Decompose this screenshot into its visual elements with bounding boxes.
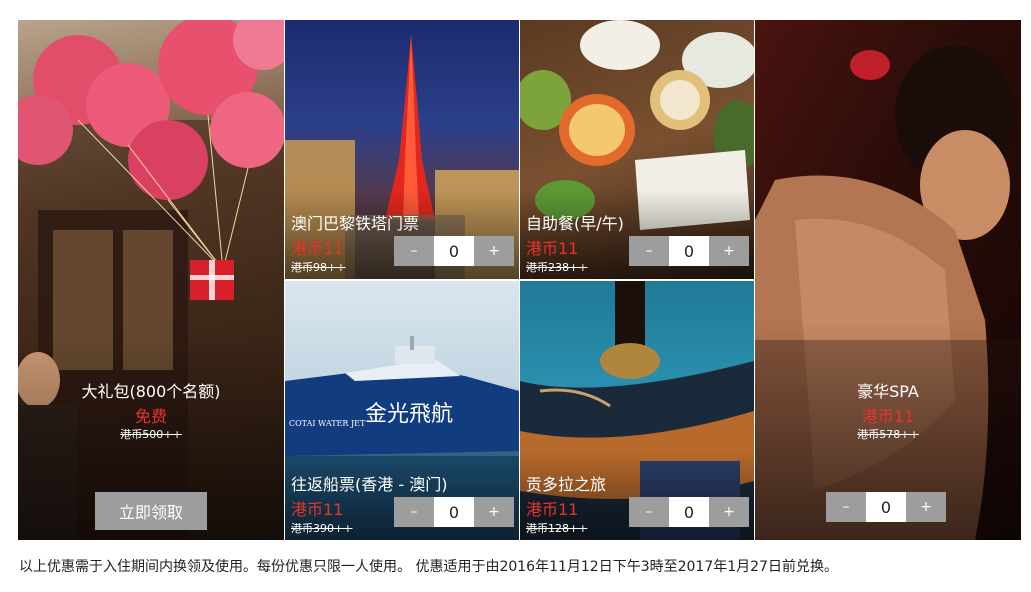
- ferry-minus-button[interactable]: –: [394, 497, 434, 527]
- eiffel-price: 港币11: [291, 239, 344, 258]
- spa-name: 豪华SPA: [857, 382, 919, 401]
- ferry-boat-text: 金光飛航: [365, 402, 453, 427]
- buffet-minus-button[interactable]: –: [629, 236, 669, 266]
- gondola-original-price: 港币128++: [526, 522, 588, 535]
- gondola-tile: 贡多拉之旅 港币11 港币128++ – 0 +: [520, 281, 754, 540]
- eiffel-plus-button[interactable]: +: [474, 236, 514, 266]
- gondola-minus-button[interactable]: –: [629, 497, 669, 527]
- buffet-name: 自助餐(早/午): [526, 214, 624, 233]
- spa-price: 港币11: [861, 407, 915, 426]
- spa-original-price: 港币578++: [857, 428, 919, 441]
- ferry-tile: 金光飛航 COTAI WATER JET 往返船票(香港 - 澳门) 港币11 …: [285, 281, 519, 540]
- claim-now-button[interactable]: 立即领取: [95, 492, 207, 530]
- spa-quantity-input[interactable]: 0: [866, 492, 906, 522]
- eiffel-quantity-stepper: – 0 +: [394, 236, 514, 266]
- ferry-boat-brand: COTAI WATER JET: [289, 419, 366, 428]
- eiffel-original-price: 港币98++: [291, 261, 346, 274]
- gondola-price: 港币11: [526, 500, 579, 519]
- eiffel-minus-button[interactable]: –: [394, 236, 434, 266]
- gift-package-tile: 大礼包(800个名额) 免费 港币500++ 立即领取: [18, 20, 284, 540]
- ferry-quantity-input[interactable]: 0: [434, 497, 474, 527]
- buffet-quantity-stepper: – 0 +: [629, 236, 749, 266]
- ferry-price: 港币11: [291, 500, 344, 519]
- buffet-original-price: 港币238++: [526, 261, 588, 274]
- ferry-plus-button[interactable]: +: [474, 497, 514, 527]
- ferry-name: 往返船票(香港 - 澳门): [291, 475, 448, 494]
- gondola-quantity-stepper: – 0 +: [629, 497, 749, 527]
- buffet-plus-button[interactable]: +: [709, 236, 749, 266]
- buffet-tile: 自助餐(早/午) 港币11 港币238++ – 0 +: [520, 20, 754, 279]
- gondola-name: 贡多拉之旅: [526, 475, 607, 494]
- gift-price: 免费: [134, 407, 167, 426]
- gondola-quantity-input[interactable]: 0: [669, 497, 709, 527]
- spa-tile: 豪华SPA 港币11 港币578++ – 0 +: [755, 20, 1021, 540]
- gondola-plus-button[interactable]: +: [709, 497, 749, 527]
- gift-original-price: 港币500++: [120, 428, 182, 441]
- ferry-original-price: 港币390++: [291, 522, 353, 535]
- buffet-quantity-input[interactable]: 0: [669, 236, 709, 266]
- spa-minus-button[interactable]: –: [826, 492, 866, 522]
- buffet-price: 港币11: [526, 239, 579, 258]
- ferry-quantity-stepper: – 0 +: [394, 497, 514, 527]
- spa-plus-button[interactable]: +: [906, 492, 946, 522]
- gift-name: 大礼包(800个名额): [81, 382, 221, 401]
- eiffel-name: 澳门巴黎铁塔门票: [291, 214, 420, 233]
- eiffel-tower-tile: 澳门巴黎铁塔门票 港币11 港币98++ – 0 +: [285, 20, 519, 279]
- eiffel-quantity-input[interactable]: 0: [434, 236, 474, 266]
- offer-terms-note: 以上优惠需于入住期间内换领及使用。每份优惠只限一人使用。 优惠适用于由2016年…: [19, 559, 838, 575]
- spa-quantity-stepper: – 0 +: [826, 492, 946, 522]
